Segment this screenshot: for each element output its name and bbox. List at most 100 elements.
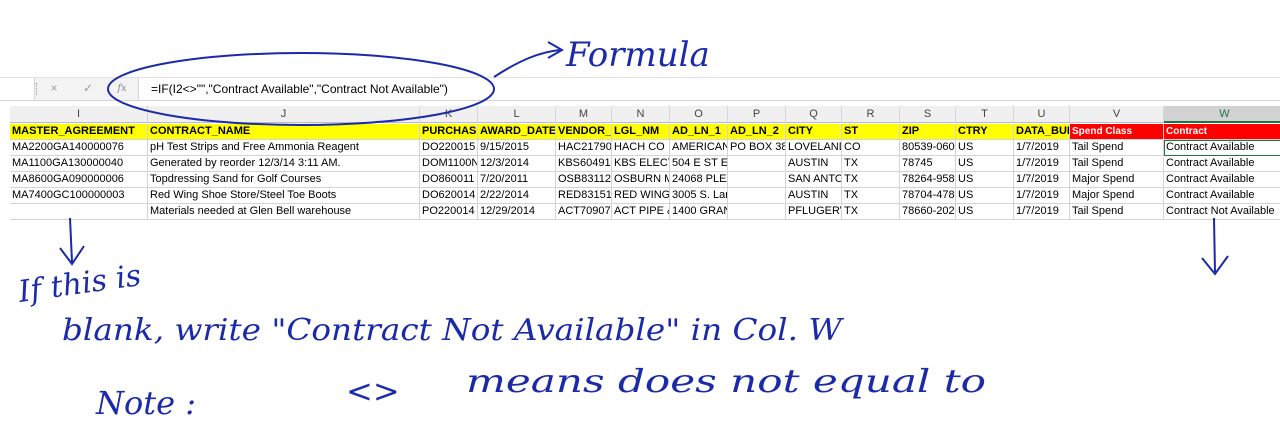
column-header-q[interactable]: Q — [786, 106, 842, 123]
cell-o3[interactable]: 504 E ST ELMO — [670, 156, 728, 172]
cell-q2[interactable]: LOVELAND — [786, 140, 842, 156]
cell-r5[interactable]: TX — [842, 188, 900, 204]
cell-m3[interactable]: KBS604914 — [556, 156, 612, 172]
column-header-j[interactable]: J — [148, 106, 420, 123]
cancel-icon[interactable]: × — [44, 80, 64, 97]
cell-w5[interactable]: Contract Available — [1164, 188, 1280, 204]
cell-u5[interactable]: 1/7/2019 — [1014, 188, 1070, 204]
cell-i4[interactable]: MA8600GA090000006 — [10, 172, 148, 188]
column-header-k[interactable]: K — [420, 106, 478, 123]
cell-v2[interactable]: Tail Spend — [1070, 140, 1164, 156]
cell-t3[interactable]: US — [956, 156, 1014, 172]
cell-t6[interactable]: US — [956, 204, 1014, 220]
header-cell-t[interactable]: CTRY — [956, 124, 1014, 140]
formula-bar-grip[interactable] — [36, 83, 39, 95]
cell-k5[interactable]: DO620014 — [420, 188, 478, 204]
cell-n5[interactable]: RED WING — [612, 188, 670, 204]
cell-p4[interactable] — [728, 172, 786, 188]
cell-j2[interactable]: pH Test Strips and Free Ammonia Reagent — [148, 140, 420, 156]
name-box[interactable] — [0, 78, 35, 100]
cell-p5[interactable] — [728, 188, 786, 204]
cell-m6[interactable]: ACT709072 — [556, 204, 612, 220]
cell-u4[interactable]: 1/7/2019 — [1014, 172, 1070, 188]
cell-v3[interactable]: Tail Spend — [1070, 156, 1164, 172]
header-cell-p[interactable]: AD_LN_2 — [728, 124, 786, 140]
cell-r3[interactable]: TX — [842, 156, 900, 172]
enter-icon[interactable]: ✓ — [78, 80, 98, 97]
header-cell-i[interactable]: MASTER_AGREEMENT — [10, 124, 148, 140]
cell-o6[interactable]: 1400 GRAND AVE PKW — [670, 204, 728, 220]
header-cell-s[interactable]: ZIP — [900, 124, 956, 140]
cell-o2[interactable]: AMERICAN — [670, 140, 728, 156]
cell-l5[interactable]: 2/22/2014 — [478, 188, 556, 204]
cell-o4[interactable]: 24068 PLEASANTON R — [670, 172, 728, 188]
cell-r4[interactable]: TX — [842, 172, 900, 188]
cell-s2[interactable]: 80539-060 — [900, 140, 956, 156]
cell-i6[interactable] — [10, 204, 148, 220]
column-header-r[interactable]: R — [842, 106, 900, 123]
cell-v4[interactable]: Major Spend — [1070, 172, 1164, 188]
cell-u3[interactable]: 1/7/2019 — [1014, 156, 1070, 172]
cell-m4[interactable]: OSB831127 — [556, 172, 612, 188]
cell-w4[interactable]: Contract Available — [1164, 172, 1280, 188]
cell-j5[interactable]: Red Wing Shoe Store/Steel Toe Boots — [148, 188, 420, 204]
column-header-o[interactable]: O — [670, 106, 728, 123]
header-cell-j[interactable]: CONTRACT_NAME — [148, 124, 420, 140]
cell-r2[interactable]: CO — [842, 140, 900, 156]
header-cell-k[interactable]: PURCHASE — [420, 124, 478, 140]
header-cell-q[interactable]: CITY — [786, 124, 842, 140]
cell-s5[interactable]: 78704-478 — [900, 188, 956, 204]
cell-l3[interactable]: 12/3/2014 — [478, 156, 556, 172]
cell-w2[interactable]: Contract Available — [1164, 140, 1280, 156]
cell-j3[interactable]: Generated by reorder 12/3/14 3:11 AM. — [148, 156, 420, 172]
cell-q5[interactable]: AUSTIN — [786, 188, 842, 204]
column-header-m[interactable]: M — [556, 106, 612, 123]
cell-i3[interactable]: MA1100GA130000040 — [10, 156, 148, 172]
header-cell-m[interactable]: VENDOR_( — [556, 124, 612, 140]
cell-s3[interactable]: 78745 — [900, 156, 956, 172]
column-header-v[interactable]: V — [1070, 106, 1164, 123]
cell-t5[interactable]: US — [956, 188, 1014, 204]
header-cell-r[interactable]: ST — [842, 124, 900, 140]
cell-l2[interactable]: 9/15/2015 — [478, 140, 556, 156]
cell-n4[interactable]: OSBURN M — [612, 172, 670, 188]
cell-n6[interactable]: ACT PIPE & — [612, 204, 670, 220]
cell-k4[interactable]: DO860011 — [420, 172, 478, 188]
cell-k3[interactable]: DOM1100N — [420, 156, 478, 172]
cell-v5[interactable]: Major Spend — [1070, 188, 1164, 204]
header-cell-v[interactable]: Spend Class — [1070, 124, 1164, 140]
column-header-l[interactable]: L — [478, 106, 556, 123]
cell-q4[interactable]: SAN ANTON — [786, 172, 842, 188]
cell-t2[interactable]: US — [956, 140, 1014, 156]
cell-p2[interactable]: PO BOX 389 — [728, 140, 786, 156]
cell-n2[interactable]: HACH CO — [612, 140, 670, 156]
header-cell-l[interactable]: AWARD_DATE — [478, 124, 556, 140]
insert-function-icon[interactable]: fx — [112, 80, 132, 97]
cell-u6[interactable]: 1/7/2019 — [1014, 204, 1070, 220]
column-header-n[interactable]: N — [612, 106, 670, 123]
cell-l4[interactable]: 7/20/2011 — [478, 172, 556, 188]
cell-m5[interactable]: RED831510 — [556, 188, 612, 204]
cell-p6[interactable] — [728, 204, 786, 220]
column-header-s[interactable]: S — [900, 106, 956, 123]
column-header-i[interactable]: I — [10, 106, 148, 123]
header-cell-u[interactable]: DATA_BUI — [1014, 124, 1070, 140]
cell-t4[interactable]: US — [956, 172, 1014, 188]
cell-s6[interactable]: 78660-202 — [900, 204, 956, 220]
header-cell-w[interactable]: Contract — [1164, 124, 1280, 140]
column-header-u[interactable]: U — [1014, 106, 1070, 123]
cell-p3[interactable] — [728, 156, 786, 172]
cell-l6[interactable]: 12/29/2014 — [478, 204, 556, 220]
cell-n3[interactable]: KBS ELECTR — [612, 156, 670, 172]
column-header-p[interactable]: P — [728, 106, 786, 123]
cell-j4[interactable]: Topdressing Sand for Golf Courses — [148, 172, 420, 188]
cell-i2[interactable]: MA2200GA140000076 — [10, 140, 148, 156]
cell-q3[interactable]: AUSTIN — [786, 156, 842, 172]
cell-s4[interactable]: 78264-958 — [900, 172, 956, 188]
cell-k2[interactable]: DO220015 — [420, 140, 478, 156]
cell-o5[interactable]: 3005 S. Lamar #115 — [670, 188, 728, 204]
cell-v6[interactable]: Tail Spend — [1070, 204, 1164, 220]
header-cell-o[interactable]: AD_LN_1 — [670, 124, 728, 140]
cell-r6[interactable]: TX — [842, 204, 900, 220]
cell-w6[interactable]: Contract Not Available — [1164, 204, 1280, 220]
